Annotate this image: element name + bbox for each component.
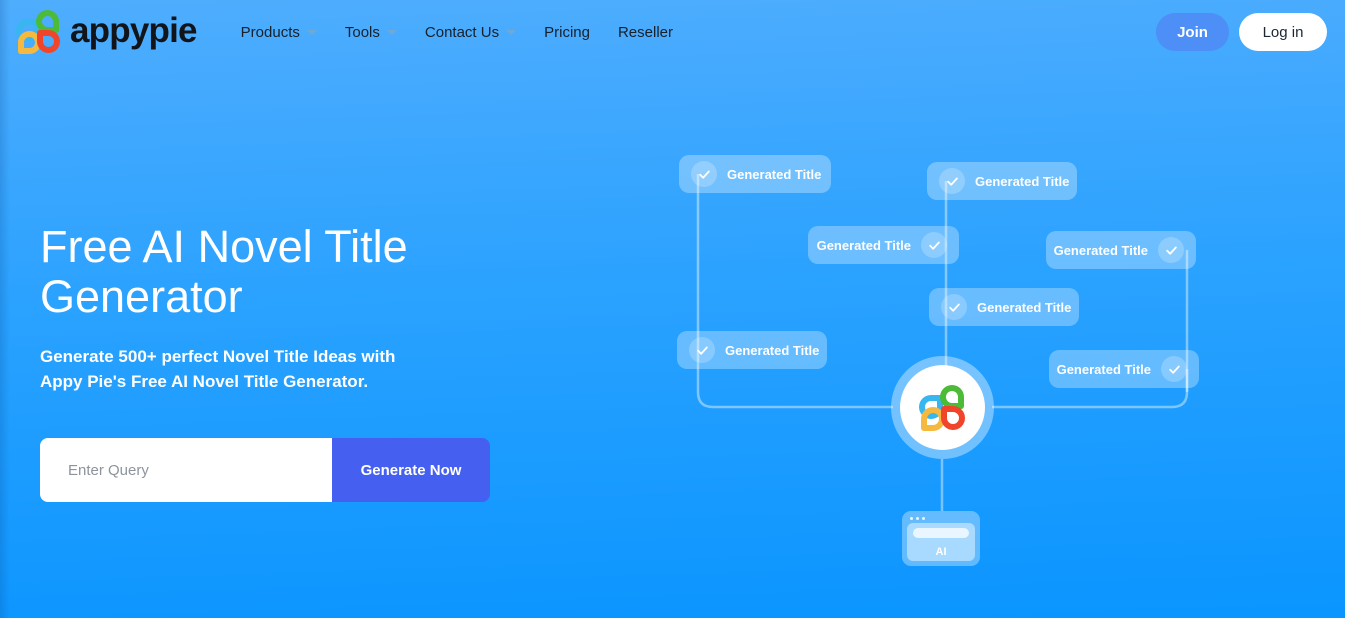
nav-item-label: Contact Us <box>424 23 500 41</box>
nav-item-label: Reseller <box>617 23 673 41</box>
site-header: appypie Products Tools Contact Us Pricing Re… <box>0 0 1345 64</box>
join-button[interactable]: Join <box>1156 13 1229 51</box>
login-button[interactable]: Log in <box>1239 13 1327 51</box>
nav-item-tools[interactable]: Tools <box>331 18 411 47</box>
generated-title-pill[interactable]: Generated Title <box>929 288 1079 326</box>
hub-logo-badge <box>891 356 994 459</box>
nav-item-label: Products <box>240 23 300 41</box>
generated-title-label: Generated Title <box>727 166 822 182</box>
nav-item-label: Pricing <box>544 23 590 41</box>
generated-title-pill[interactable]: Generated Title <box>1049 350 1199 388</box>
main-navigation: Products Tools Contact Us Pricing Reseller <box>227 18 687 47</box>
generated-title-pill[interactable]: Generated Title <box>927 162 1077 200</box>
generated-title-label: Generated Title <box>977 299 1072 315</box>
generated-title-label: Generated Title <box>1056 361 1151 377</box>
generated-title-label: Generated Title <box>725 342 820 358</box>
nav-item-contact-us[interactable]: Contact Us <box>411 18 530 47</box>
check-icon <box>689 337 715 363</box>
ai-card-label: AI <box>935 546 947 558</box>
ai-window-card[interactable]: AI <box>902 511 980 566</box>
check-icon <box>1158 237 1184 263</box>
ai-window-screen: AI <box>907 523 975 561</box>
hero-text-block: Free AI Novel Title Generator Generate 5… <box>40 222 600 394</box>
check-icon <box>921 232 947 258</box>
check-icon <box>941 294 967 320</box>
check-icon <box>1161 356 1187 382</box>
query-form: Generate Now <box>40 438 490 502</box>
generated-title-pill[interactable]: Generated Title <box>1046 231 1196 269</box>
generated-title-pill[interactable]: Generated Title <box>677 331 827 369</box>
chevron-down-icon <box>506 29 517 35</box>
generated-title-label: Generated Title <box>975 173 1070 189</box>
hub-logo-circle <box>900 365 985 450</box>
generated-title-pill[interactable]: Generated Title <box>808 226 959 264</box>
header-actions: Join Log in <box>1156 13 1327 51</box>
generated-title-label: Generated Title <box>1053 242 1148 258</box>
nav-item-reseller[interactable]: Reseller <box>604 18 687 47</box>
page-root: Generated Title Generated Title Generated … <box>0 0 1345 618</box>
nav-item-label: Tools <box>344 23 380 41</box>
ai-window-bar <box>913 528 969 538</box>
appypie-logo-icon <box>918 384 967 431</box>
generated-title-pill[interactable]: Generated Title <box>679 155 831 193</box>
appypie-logo-icon <box>16 10 62 54</box>
page-title: Free AI Novel Title Generator <box>40 221 408 322</box>
window-dots-icon <box>907 516 975 523</box>
search-input[interactable] <box>40 438 332 502</box>
hero-subtitle: Generate 500+ perfect Novel Title Ideas … <box>40 347 396 391</box>
chevron-down-icon <box>386 29 397 35</box>
nav-item-products[interactable]: Products <box>227 18 331 47</box>
check-icon <box>939 168 965 194</box>
check-icon <box>691 161 717 187</box>
generate-now-button[interactable]: Generate Now <box>332 438 490 502</box>
brand-logo[interactable]: appypie <box>16 10 197 54</box>
brand-name: appypie <box>70 11 197 50</box>
chevron-down-icon <box>306 29 317 35</box>
nav-item-pricing[interactable]: Pricing <box>530 18 604 47</box>
generated-title-label: Generated Title <box>816 237 911 253</box>
